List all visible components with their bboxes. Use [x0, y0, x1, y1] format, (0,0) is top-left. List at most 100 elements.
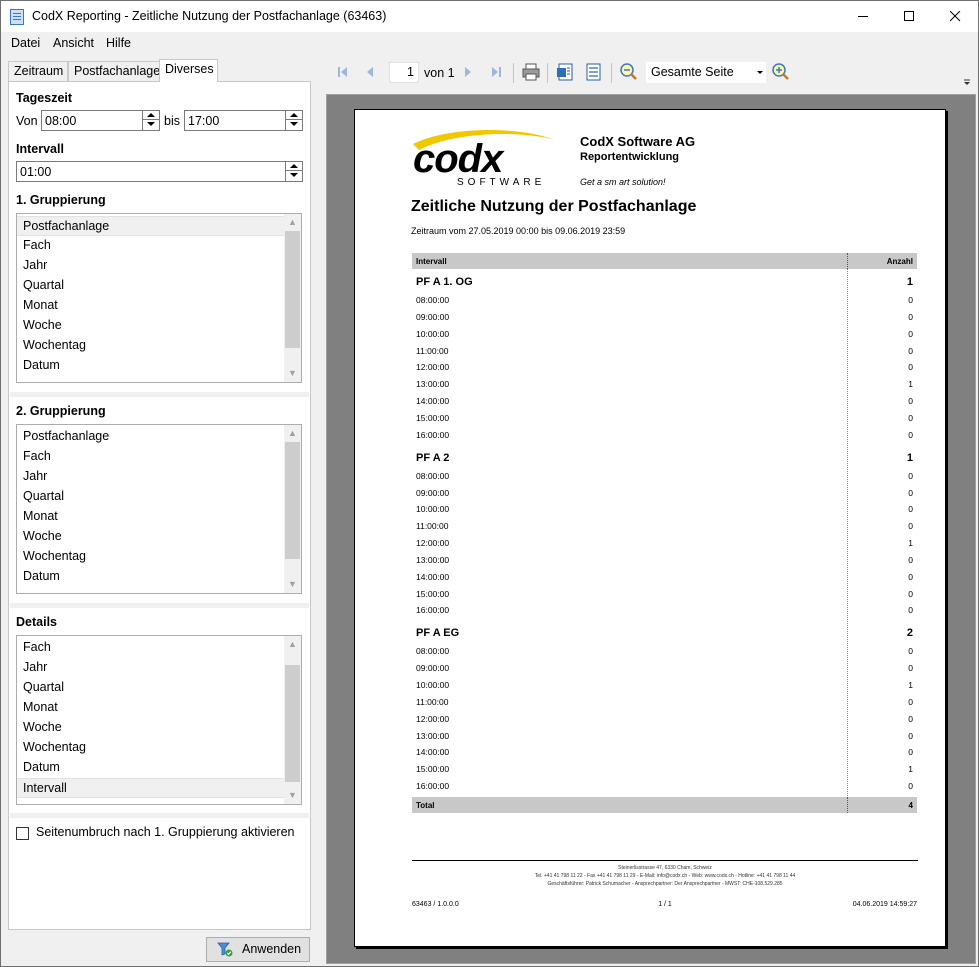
next-page-icon[interactable]: [457, 61, 479, 83]
divider: [10, 813, 309, 818]
list-item[interactable]: Quartal: [17, 487, 285, 507]
list-item[interactable]: Monat: [17, 698, 285, 718]
zoom-out-icon[interactable]: [617, 61, 639, 83]
print-icon[interactable]: [520, 61, 542, 83]
list-item[interactable]: Woche: [17, 527, 285, 547]
list-item[interactable]: Wochentag: [17, 738, 285, 758]
group2-list[interactable]: Datum Wochentag Woche Monat Quartal Jahr Fach P…: [16, 424, 302, 594]
list-item[interactable]: Woche: [17, 718, 285, 738]
von-up-button[interactable]: [143, 111, 159, 120]
first-page-icon[interactable]: [332, 61, 354, 83]
bis-down-button[interactable]: [286, 120, 302, 129]
bis-value: 17:00: [188, 114, 220, 128]
row-interval: 11:00:00: [416, 345, 449, 356]
group2-scrollbar[interactable]: ▲ ▼: [284, 425, 301, 593]
details-list[interactable]: Intervall Datum Wochentag Woche Monat Quartal…: [16, 635, 302, 805]
row-count: 0: [908, 311, 913, 322]
menu-ansicht[interactable]: Ansicht: [53, 36, 94, 50]
row-interval: 09:00:00: [416, 663, 450, 674]
intervall-input[interactable]: 01:00: [16, 161, 303, 182]
zoom-select[interactable]: Gesamte Seite: [646, 62, 766, 83]
intervall-label: Intervall: [16, 142, 64, 156]
list-item[interactable]: Datum: [17, 758, 285, 778]
list-item[interactable]: Fach: [17, 447, 285, 467]
scroll-thumb[interactable]: [285, 442, 300, 559]
scroll-down-icon[interactable]: ▼: [284, 787, 301, 804]
list-item[interactable]: Jahr: [17, 467, 285, 487]
scroll-up-icon[interactable]: ▲: [284, 636, 301, 653]
list-item[interactable]: Datum: [17, 356, 285, 376]
table-row: 13:00:00 1: [412, 377, 917, 393]
export-excel-icon[interactable]: [582, 61, 604, 83]
app-window: CodX Reporting - Zeitliche Nutzung der P…: [0, 0, 979, 967]
total-value: 4: [908, 801, 913, 810]
last-page-icon[interactable]: [485, 61, 507, 83]
list-item[interactable]: Woche: [17, 316, 285, 336]
list-item[interactable]: Monat: [17, 507, 285, 527]
menu-hilfe[interactable]: Hilfe: [106, 36, 131, 50]
list-item[interactable]: Datum: [17, 567, 285, 587]
tab-postfachanlage[interactable]: Postfachanlage: [68, 61, 160, 82]
list-item[interactable]: Wochentag: [17, 547, 285, 567]
list-item[interactable]: Quartal: [17, 276, 285, 296]
apply-button[interactable]: Anwenden: [206, 937, 310, 962]
table-row: 09:00:00 0: [412, 310, 917, 326]
prev-page-icon[interactable]: [359, 61, 381, 83]
menu-datei[interactable]: Datei: [11, 36, 40, 50]
list-item[interactable]: Postfachanlage: [17, 216, 285, 236]
list-item[interactable]: Monat: [17, 296, 285, 316]
footer-legal: Geschäftsführer: Patrick Schumacher - An…: [547, 881, 783, 887]
group-header: PF A EG 2: [412, 627, 917, 643]
list-item[interactable]: Fach: [17, 236, 285, 256]
list-item[interactable]: Jahr: [17, 658, 285, 678]
intervall-up-button[interactable]: [286, 162, 302, 171]
von-time-input[interactable]: 08:00: [41, 110, 160, 131]
details-scrollbar[interactable]: ▲ ▼: [284, 636, 301, 804]
scroll-thumb[interactable]: [285, 231, 300, 348]
row-interval: 14:00:00: [416, 747, 450, 758]
row-interval: 13:00:00: [416, 554, 450, 565]
group1-scrollbar[interactable]: ▲ ▼: [284, 214, 301, 382]
row-count: 0: [908, 521, 913, 532]
scroll-down-icon[interactable]: ▼: [284, 365, 301, 382]
intervall-down-button[interactable]: [286, 171, 302, 180]
page-number-input[interactable]: 1: [389, 62, 419, 83]
bis-label: bis: [164, 114, 180, 128]
bis-up-button[interactable]: [286, 111, 302, 120]
zoom-in-icon[interactable]: [769, 61, 791, 83]
close-button[interactable]: [932, 1, 978, 32]
row-count: 0: [908, 487, 913, 498]
row-count: 0: [908, 730, 913, 741]
bis-time-input[interactable]: 17:00: [184, 110, 303, 131]
group1-list[interactable]: Datum Wochentag Woche Monat Quartal Jahr Fach P…: [16, 213, 302, 383]
tab-zeitraum[interactable]: Zeitraum: [8, 61, 68, 82]
apply-label: Anwenden: [242, 942, 302, 956]
pagebreak-checkbox[interactable]: [16, 827, 29, 840]
scroll-down-icon[interactable]: ▼: [284, 576, 301, 593]
von-down-button[interactable]: [143, 120, 159, 129]
list-item[interactable]: Jahr: [17, 256, 285, 276]
table-row: 12:00:00 0: [412, 712, 917, 728]
tab-diverses[interactable]: Diverses: [159, 59, 218, 82]
minimize-button[interactable]: [840, 1, 886, 32]
list-item[interactable]: Wochentag: [17, 336, 285, 356]
scroll-thumb[interactable]: [285, 665, 300, 782]
row-interval: 11:00:00: [416, 521, 449, 532]
list-item[interactable]: Fach: [17, 638, 285, 658]
list-item[interactable]: Intervall: [17, 778, 285, 798]
toolbar-overflow-icon[interactable]: [963, 78, 971, 86]
row-count: 0: [908, 646, 913, 657]
table-row: 15:00:00 0: [412, 587, 917, 603]
list-item[interactable]: Postfachanlage: [17, 427, 285, 447]
footer-address: Steinerlisstrasse 47, 6330 Cham, Schweiz: [618, 865, 712, 871]
export-icon[interactable]: [554, 61, 576, 83]
scroll-up-icon[interactable]: ▲: [284, 425, 301, 442]
list-item[interactable]: Quartal: [17, 678, 285, 698]
scroll-up-icon[interactable]: ▲: [284, 214, 301, 231]
slogan: Get a sm art solution!: [580, 177, 666, 187]
report-table-body: PF A 1. OG 1 08:00:00 0 09:00:00 0 10:00:00 0 11…: [412, 276, 917, 796]
row-interval: 12:00:00: [416, 713, 450, 724]
report-preview-area[interactable]: codx SOFTWARE CodX Software AG Reportent…: [326, 94, 976, 964]
maximize-button[interactable]: [886, 1, 932, 32]
diverses-panel: Tageszeit Von 08:00 bis 17:00 Intervall …: [8, 81, 311, 930]
